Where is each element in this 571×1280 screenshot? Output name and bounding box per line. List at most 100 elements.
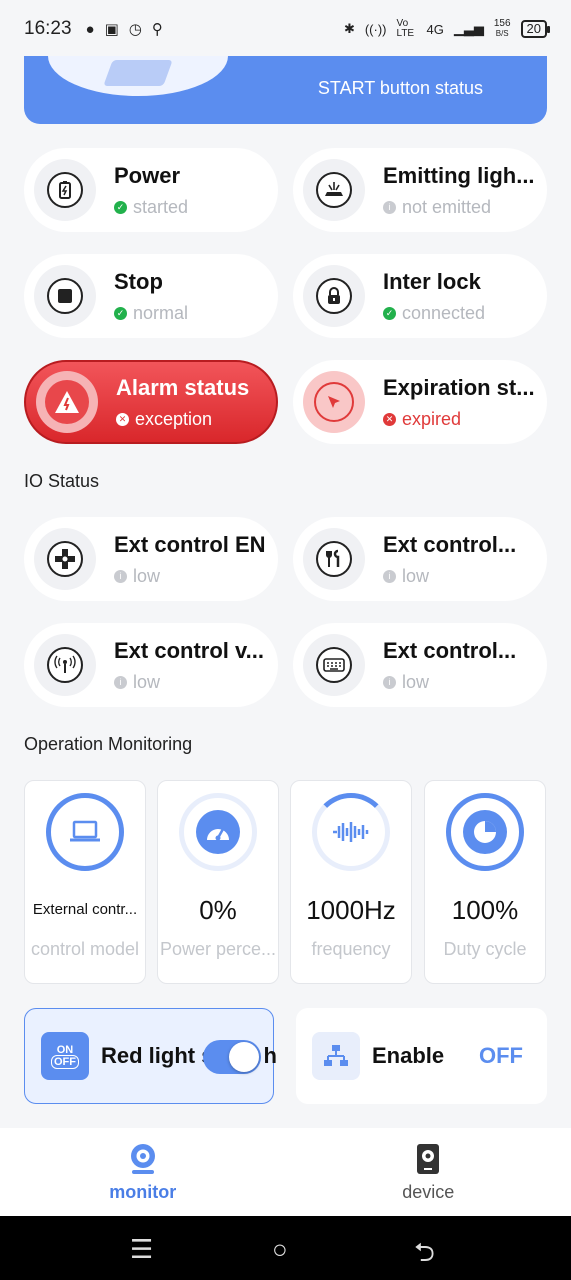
volte-label: Vo LTE bbox=[396, 18, 415, 39]
tools-icon bbox=[316, 541, 352, 577]
notification-icon: ● bbox=[85, 20, 95, 38]
card-status: not emitted bbox=[402, 196, 492, 217]
info-icon: i bbox=[114, 569, 127, 583]
error-icon: ✕ bbox=[116, 412, 129, 426]
tab-label: device bbox=[402, 1182, 455, 1202]
card-status: low bbox=[402, 565, 430, 586]
start-status-banner: START button status bbox=[24, 56, 547, 124]
signal-icon: ▁▃▅ bbox=[453, 21, 484, 36]
card-title: Expiration st... bbox=[383, 374, 535, 400]
monitor-value: External contr... bbox=[32, 901, 138, 918]
monitor-control-model[interactable]: External contr... control model bbox=[24, 780, 146, 984]
status-card-emitting-light[interactable]: Emitting ligh... i not emitted bbox=[293, 148, 547, 232]
card-title: Ext control... bbox=[383, 531, 517, 557]
monitor-value: 0% bbox=[199, 895, 237, 925]
network-tree-icon bbox=[312, 1032, 360, 1080]
red-light-toggle[interactable] bbox=[203, 1040, 261, 1074]
info-icon: i bbox=[383, 569, 396, 583]
keyboard-icon bbox=[316, 647, 352, 683]
system-nav-bar: ☰ ○ ⮌ bbox=[0, 1216, 571, 1280]
card-title: Emitting ligh... bbox=[383, 162, 535, 188]
check-icon: ✓ bbox=[383, 306, 396, 320]
antenna-icon bbox=[47, 647, 83, 683]
red-light-switch-card[interactable]: ON OFF Red light s h bbox=[24, 1008, 277, 1104]
card-status: low bbox=[133, 565, 161, 586]
io-card-ext-control-2[interactable]: Ext control... i low bbox=[293, 517, 547, 601]
pie-chart-icon bbox=[463, 810, 507, 854]
io-card-ext-control-4[interactable]: Ext control... i low bbox=[293, 623, 547, 707]
card-title: Inter lock bbox=[383, 268, 481, 294]
stop-icon bbox=[47, 278, 83, 314]
webcam-icon bbox=[130, 1144, 155, 1174]
network-label: 4G bbox=[426, 21, 444, 37]
status-card-interlock[interactable]: Inter lock ✓ connected bbox=[293, 254, 547, 338]
monitor-duty-cycle[interactable]: 100% Duty cycle bbox=[424, 780, 546, 984]
timer-icon: ◷ bbox=[128, 21, 142, 38]
waveform-icon bbox=[329, 810, 373, 854]
card-status: low bbox=[133, 671, 161, 692]
laptop-icon bbox=[63, 810, 107, 854]
card-title: Ext control v... bbox=[114, 637, 264, 663]
monitor-value: 100% bbox=[451, 895, 519, 925]
card-status: normal bbox=[133, 302, 189, 323]
monitor-label: Power perce... bbox=[159, 939, 277, 959]
banner-illustration bbox=[48, 56, 228, 96]
gamepad-icon bbox=[47, 541, 83, 577]
toggle-knob bbox=[229, 1042, 259, 1072]
cursor-icon bbox=[314, 382, 354, 422]
bottom-tab-bar: monitor device bbox=[0, 1128, 571, 1216]
error-icon: ✕ bbox=[383, 412, 396, 426]
sim-icon: ▣ bbox=[104, 21, 119, 38]
enable-value[interactable]: OFF bbox=[479, 1043, 523, 1069]
monitor-power-percent[interactable]: 0% Power perce... bbox=[157, 780, 279, 984]
io-card-ext-control-v[interactable]: Ext control v... i low bbox=[24, 623, 278, 707]
monitor-label: Duty cycle bbox=[443, 939, 527, 959]
status-card-stop[interactable]: Stop ✓ normal bbox=[24, 254, 278, 338]
bluetooth-icon: ✱ bbox=[343, 21, 355, 36]
card-status: started bbox=[133, 196, 189, 217]
net-speed-unit: B/S bbox=[495, 29, 509, 38]
speedometer-icon bbox=[196, 810, 240, 854]
recent-apps-icon[interactable]: ☰ bbox=[130, 1234, 153, 1265]
notification-icons: ● ▣ ◷ ⚲ bbox=[85, 20, 163, 39]
enable-label: Enable bbox=[372, 1043, 445, 1068]
monitor-label: frequency bbox=[311, 939, 391, 959]
check-icon: ✓ bbox=[114, 200, 127, 214]
net-speed-value: 156 bbox=[493, 18, 511, 29]
net-speed: 156 B/S bbox=[494, 19, 511, 39]
io-status-heading: IO Status bbox=[24, 471, 100, 491]
card-title: Power bbox=[114, 162, 181, 188]
card-status: low bbox=[402, 671, 430, 692]
card-status: exception bbox=[135, 408, 213, 429]
on-off-icon: ON OFF bbox=[41, 1032, 89, 1080]
battery-icon bbox=[47, 172, 83, 208]
status-card-alarm[interactable]: Alarm status ✕ exception bbox=[24, 360, 278, 444]
card-title: Alarm status bbox=[116, 374, 250, 400]
check-icon: ✓ bbox=[114, 306, 127, 320]
hotspot-icon: ((·)) bbox=[364, 21, 387, 37]
battery-level: 20 bbox=[526, 21, 541, 36]
laser-emit-icon bbox=[316, 172, 352, 208]
red-light-label-start: Red light s bbox=[101, 1043, 214, 1068]
monitor-frequency[interactable]: 1000Hz frequency bbox=[290, 780, 412, 984]
tab-device[interactable]: device bbox=[286, 1128, 571, 1216]
card-title: Ext control EN bbox=[114, 531, 266, 557]
card-status: connected bbox=[402, 302, 486, 323]
tab-monitor[interactable]: monitor bbox=[0, 1128, 286, 1216]
io-card-ext-control-en[interactable]: Ext control EN i low bbox=[24, 517, 278, 601]
device-icon bbox=[417, 1144, 440, 1174]
card-title: Stop bbox=[114, 268, 163, 294]
info-icon: i bbox=[383, 675, 396, 689]
card-title: Ext control... bbox=[383, 637, 517, 663]
on-off-icon-bottom: OFF bbox=[51, 1055, 79, 1069]
operation-monitoring-heading: Operation Monitoring bbox=[24, 734, 193, 754]
home-icon[interactable]: ○ bbox=[272, 1234, 288, 1265]
warning-icon bbox=[45, 380, 89, 424]
enable-card[interactable]: Enable OFF bbox=[296, 1008, 547, 1104]
status-card-expiration[interactable]: Expiration st... ✕ expired bbox=[293, 360, 547, 444]
status-bar: 16:23 ● ▣ ◷ ⚲ ✱ ((·)) Vo LTE 4G ▁▃▅ 156 … bbox=[0, 0, 571, 58]
back-icon[interactable]: ⮌ bbox=[414, 1234, 435, 1278]
status-card-power[interactable]: Power ✓ started bbox=[24, 148, 278, 232]
card-status: expired bbox=[402, 408, 462, 429]
monitor-label: control model bbox=[30, 939, 140, 959]
